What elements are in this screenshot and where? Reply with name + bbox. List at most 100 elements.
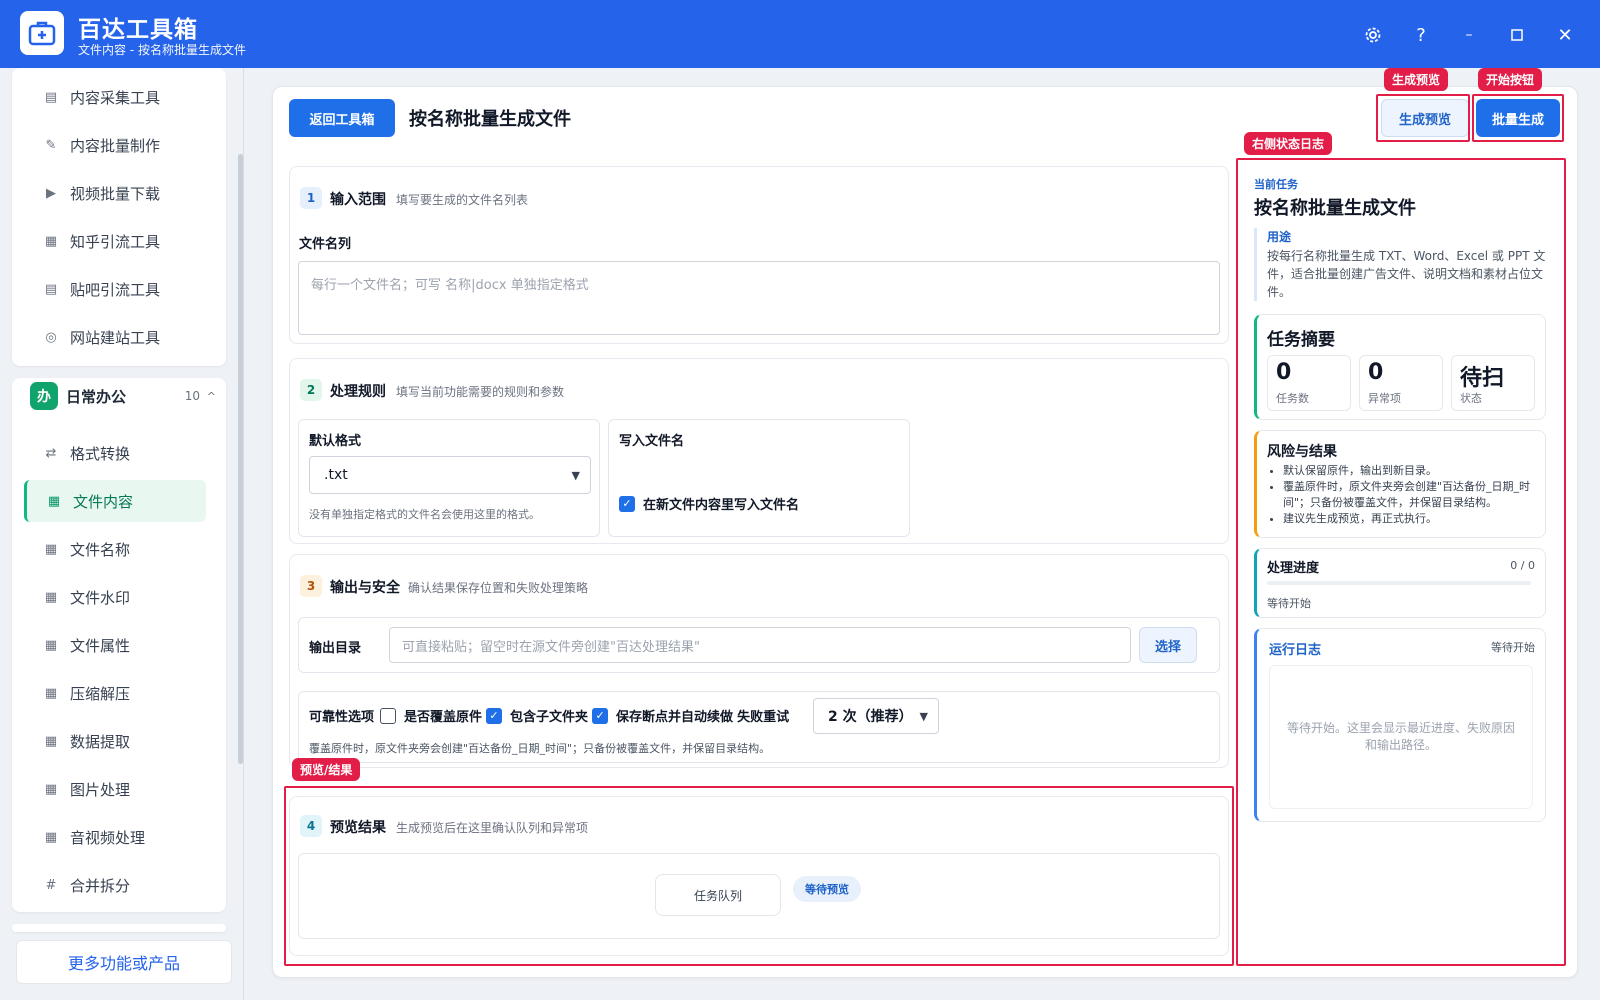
purpose-block: 用途 按每行名称批量生成 TXT、Word、Excel 或 PPT 文件，适合批…: [1254, 228, 1546, 301]
generate-preview-button[interactable]: 生成预览: [1381, 99, 1469, 137]
batch-generate-button[interactable]: 批量生成: [1476, 99, 1560, 137]
summary-title: 任务摘要: [1267, 330, 1335, 350]
app-title: 百达工具箱: [78, 17, 198, 43]
overwrite-checkbox[interactable]: [380, 707, 397, 724]
stat-value: 0: [1368, 360, 1384, 385]
document-icon: ▤: [44, 89, 58, 105]
default-format-select[interactable]: .txt ▼: [309, 456, 591, 494]
write-filename-checkbox[interactable]: ✓: [619, 495, 635, 512]
sidebar-item-label: 文件水印: [70, 588, 131, 607]
subfolders-checkbox[interactable]: ✓: [486, 707, 503, 724]
grid-icon: ▦: [44, 541, 58, 557]
annotation-tag-start: 开始按钮: [1478, 68, 1543, 91]
sidebar-item-label: 文件属性: [70, 636, 131, 655]
run-log-status: 等待开始: [1491, 641, 1535, 654]
risk-card: 风险与结果 默认保留原件，输出到新目录。 覆盖原件时，原文件夹旁会创建"百达备份…: [1254, 430, 1546, 538]
retry-label: 失败重试: [737, 710, 790, 725]
sidebar-item[interactable]: ▦ 文件名称: [24, 528, 206, 570]
grid-icon: ▦: [44, 589, 58, 605]
filename-list-label: 文件名列: [299, 237, 352, 252]
collapse-caret-icon[interactable]: ^: [207, 390, 216, 403]
sidebar-item-label: 数据提取: [70, 732, 131, 751]
title-bar: 百达工具箱 文件内容 - 按名称批量生成文件 ? – ✕: [0, 0, 1600, 68]
overwrite-label: 是否覆盖原件: [404, 710, 483, 725]
grid-icon: ▦: [44, 685, 58, 701]
annotation-tag-log: 右侧状态日志: [1244, 132, 1333, 155]
sidebar-item-label: 内容采集工具: [70, 88, 161, 107]
sidebar-item[interactable]: ▤ 内容采集工具: [24, 76, 206, 118]
sidebar-scrollbar[interactable]: [238, 70, 243, 770]
purpose-label: 用途: [1267, 230, 1292, 244]
resume-checkbox[interactable]: ✓: [592, 707, 609, 724]
subfolders-label: 包含子文件夹: [510, 710, 589, 725]
sidebar-item-label: 知乎引流工具: [70, 232, 161, 251]
sidebar-item[interactable]: ▦ 数据提取: [24, 720, 206, 762]
retry-value: 2 次（推荐）: [828, 709, 913, 725]
retry-select[interactable]: 2 次（推荐） ▼: [813, 698, 939, 734]
output-dir-label: 输出目录: [309, 641, 362, 656]
output-dir-input[interactable]: 可直接粘贴；留空时在源文件旁创建"百达处理结果": [389, 627, 1131, 663]
section-input-range: 1 输入范围 填写要生成的文件名列表 文件名列 每行一个文件名；可写 名称|do…: [289, 166, 1229, 344]
sidebar-item-label: 压缩解压: [70, 684, 131, 703]
default-format-value: .txt: [324, 467, 348, 483]
risk-title: 风险与结果: [1267, 444, 1337, 460]
sidebar-card-more: [12, 924, 226, 932]
preview-queue-area: 任务队列 等待预览: [298, 853, 1220, 939]
help-icon[interactable]: ?: [1406, 20, 1436, 50]
sidebar-item[interactable]: ▦ 文件内容: [24, 480, 206, 522]
output-dir-placeholder: 可直接粘贴；留空时在源文件旁创建"百达处理结果": [402, 639, 700, 655]
chevron-down-icon: ▼: [571, 468, 580, 482]
section4-title: 预览结果: [330, 820, 386, 836]
close-icon[interactable]: ✕: [1550, 20, 1580, 50]
minimize-icon[interactable]: –: [1454, 20, 1484, 50]
sidebar-item[interactable]: ✎ 内容批量制作: [24, 124, 206, 166]
choose-dir-button[interactable]: 选择: [1139, 627, 1197, 663]
sidebar-item[interactable]: ▦ 图片处理: [24, 768, 206, 810]
run-log-area[interactable]: 等待开始。这里会显示最近进度、失败原因和输出路径。: [1269, 665, 1533, 809]
video-icon: ▶: [46, 185, 56, 201]
stat-status: 待扫 状态: [1451, 355, 1535, 411]
task-queue-tab[interactable]: 任务队列: [655, 874, 781, 916]
reliability-row: 可靠性选项 是否覆盖原件 ✓ 包含子文件夹 ✓ 保存断点并自动续做 失败重试 2…: [298, 691, 1220, 763]
sidebar-item[interactable]: ▤ 贴吧引流工具: [24, 268, 206, 310]
back-to-toolbox-button[interactable]: 返回工具箱: [289, 99, 395, 137]
annotation-tag-preview: 生成预览: [1384, 68, 1449, 91]
app-subtitle: 文件内容 - 按名称批量生成文件: [78, 43, 246, 57]
sidebar-item[interactable]: ⇄ 格式转换: [24, 432, 206, 474]
right-status-panel: 当前任务 按名称批量生成文件 用途 按每行名称批量生成 TXT、Word、Exc…: [1238, 158, 1562, 966]
more-products-button[interactable]: 更多功能或产品: [16, 940, 232, 984]
resume-label: 保存断点并自动续做: [616, 710, 734, 725]
sidebar-group-office[interactable]: 办 日常办公 10 ^: [30, 380, 220, 412]
maximize-icon[interactable]: [1502, 20, 1532, 50]
stat-label: 异常项: [1368, 392, 1401, 405]
globe-icon: ◎: [45, 329, 57, 345]
grid-icon: ▦: [44, 829, 58, 845]
chevron-down-icon: ▼: [919, 709, 928, 723]
progress-card: 处理进度 0 / 0 等待开始: [1254, 548, 1546, 618]
settings-gear-icon[interactable]: [1358, 20, 1388, 50]
progress-count: 0 / 0: [1510, 559, 1535, 572]
section4-number: 4: [300, 815, 322, 837]
sidebar-item-label: 文件内容: [73, 492, 134, 511]
sidebar-item[interactable]: ▶ 视频批量下载: [24, 172, 206, 214]
sidebar-item[interactable]: ▦ 压缩解压: [24, 672, 206, 714]
convert-icon: ⇄: [45, 445, 57, 461]
page-title: 按名称批量生成文件: [409, 109, 571, 130]
purpose-text: 按每行名称批量生成 TXT、Word、Excel 或 PPT 文件，适合批量创建…: [1267, 249, 1546, 299]
risk-item: 建议先生成预览，再正式执行。: [1283, 511, 1535, 527]
office-badge-icon: 办: [30, 382, 58, 410]
section2-title: 处理规则: [330, 384, 386, 400]
filename-list-textarea[interactable]: 每行一个文件名；可写 名称|docx 单独指定格式: [298, 261, 1220, 335]
section3-number: 3: [300, 575, 322, 597]
progress-bar: [1267, 581, 1531, 585]
sidebar-item[interactable]: ▦ 知乎引流工具: [24, 220, 206, 262]
task-summary-card: 任务摘要 0 任务数 0 异常项 待扫 状态: [1254, 314, 1546, 420]
sidebar-item-label: 视频批量下载: [70, 184, 161, 203]
filename-list-placeholder: 每行一个文件名；可写 名称|docx 单独指定格式: [311, 278, 589, 293]
sidebar-item[interactable]: ◎ 网站建站工具: [24, 316, 206, 358]
sidebar-item[interactable]: # 合并拆分: [24, 864, 206, 906]
sidebar-item[interactable]: ▦ 文件水印: [24, 576, 206, 618]
sidebar-item[interactable]: ▦ 音视频处理: [24, 816, 206, 858]
stat-exception-count: 0 异常项: [1359, 355, 1443, 411]
sidebar-item[interactable]: ▦ 文件属性: [24, 624, 206, 666]
